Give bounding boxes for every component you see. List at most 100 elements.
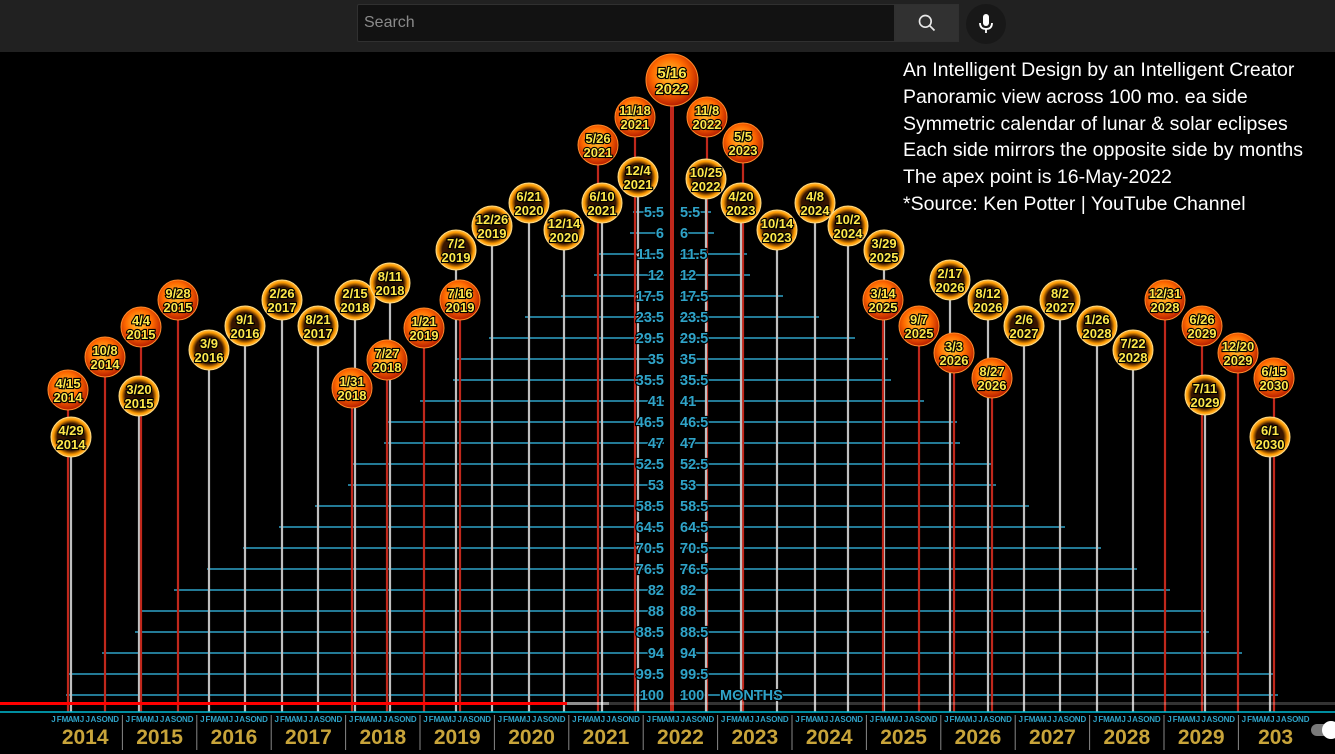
month-tick-label: J <box>1276 715 1280 724</box>
offset-label-left: 35.5 <box>636 373 664 389</box>
month-tick-label: J <box>80 715 84 724</box>
eclipse-year-label: 2030 <box>1260 378 1289 393</box>
eclipse-date-label: 9/7 <box>910 312 928 327</box>
month-tick-label: J <box>1053 715 1057 724</box>
eclipse-year-label: 2016 <box>195 350 224 365</box>
eclipse-year-label: 2026 <box>936 280 965 295</box>
search-button[interactable] <box>895 4 959 42</box>
month-tick-label: J <box>1121 715 1125 724</box>
eclipse-year-label: 2026 <box>974 300 1003 315</box>
month-tick-label: D <box>1304 715 1310 724</box>
offset-label-left: 70.5 <box>636 541 664 557</box>
month-tick-label: J <box>870 715 874 724</box>
eclipse-year-label: 2021 <box>621 117 650 132</box>
timeline-year-label: 2025 <box>880 726 927 749</box>
month-tick-label: J <box>606 715 610 724</box>
eclipse-year-label: 2015 <box>127 327 156 342</box>
offset-label-right: 6 <box>680 226 688 242</box>
eclipse-year-label: 2014 <box>54 390 84 405</box>
eclipse-date-label: 1/31 <box>339 374 364 389</box>
eclipse-year-label: 2022 <box>692 179 721 194</box>
month-tick-label: J <box>749 715 753 724</box>
eclipse-date-label: 4/4 <box>132 313 151 328</box>
progress-played <box>0 702 568 705</box>
eclipse-date-label: 2/17 <box>937 266 962 281</box>
eclipse-date-label: 7/22 <box>1120 336 1145 351</box>
offset-label-right: 29.5 <box>680 331 708 347</box>
month-tick-label: J <box>154 715 158 724</box>
offset-label-right: 53 <box>680 478 696 494</box>
offset-label-right: 47 <box>680 436 696 452</box>
eclipse-year-label: 2019 <box>410 328 439 343</box>
eclipse-date-label: 12/20 <box>1222 339 1255 354</box>
caption-line: Each side mirrors the opposite side by m… <box>903 139 1303 162</box>
eclipse-date-label: 5/16 <box>657 65 686 82</box>
month-tick-label: D <box>411 715 417 724</box>
progress-bar[interactable] <box>0 702 1335 705</box>
eclipse-date-label: 5/5 <box>734 129 752 144</box>
month-tick-label: J <box>824 715 828 724</box>
eclipse-year-label: 2015 <box>164 300 193 315</box>
month-tick-label: J <box>349 715 353 724</box>
offset-label-right: 17.5 <box>680 289 708 305</box>
month-tick-label: D <box>560 715 566 724</box>
timeline-year-label: 2024 <box>806 726 853 749</box>
eclipse-date-label: 5/26 <box>585 131 610 146</box>
month-tick-label: J <box>452 715 456 724</box>
eclipse-year-label: 2014 <box>57 437 87 452</box>
timeline-year-label: 2021 <box>583 726 630 749</box>
month-tick-label: J <box>229 715 233 724</box>
eclipse-year-label: 2017 <box>304 326 333 341</box>
eclipse-year-label: 2027 <box>1046 300 1075 315</box>
offset-label-left: 94 <box>648 646 664 662</box>
month-tick-label: J <box>675 715 679 724</box>
month-tick-label: D <box>1155 715 1161 724</box>
offset-label-left: 11.5 <box>637 247 664 263</box>
eclipse-date-label: 8/21 <box>305 312 330 327</box>
eclipse-date-label: 11/8 <box>695 103 720 118</box>
offset-label-left: 47 <box>648 436 664 452</box>
eclipse-year-label: 2026 <box>978 378 1007 393</box>
offset-label-right: 52.5 <box>680 457 708 473</box>
timeline-year-label: 2028 <box>1103 726 1150 749</box>
timeline-year-label: 2026 <box>955 726 1002 749</box>
timeline-year-label: 2014 <box>62 726 109 749</box>
eclipse-date-label: 8/27 <box>979 364 1004 379</box>
eclipse-date-label: 1/21 <box>411 314 436 329</box>
timeline-year-label: 2017 <box>285 726 332 749</box>
month-tick-label: J <box>755 715 759 724</box>
eclipse-date-label: 6/26 <box>1189 312 1214 327</box>
offset-label-left: 88 <box>648 604 664 620</box>
voice-search-button[interactable] <box>966 4 1006 44</box>
eclipse-year-label: 2025 <box>870 250 899 265</box>
caption-line: An Intelligent Design by an Intelligent … <box>903 59 1295 81</box>
autoplay-toggle-knob[interactable] <box>1322 721 1335 739</box>
eclipse-date-label: 7/27 <box>374 346 399 361</box>
search-box[interactable] <box>357 4 895 42</box>
month-tick-label: D <box>188 715 194 724</box>
eclipse-date-label: 8/12 <box>975 286 1000 301</box>
search-input[interactable] <box>358 5 894 41</box>
eclipse-date-label: 3/29 <box>871 236 896 251</box>
eclipse-date-label: 3/14 <box>870 286 896 301</box>
month-tick-label: J <box>1093 715 1097 724</box>
offset-label-right: 5.5 <box>680 205 700 221</box>
month-tick-label: J <box>160 715 164 724</box>
month-tick-label: J <box>126 715 130 724</box>
month-tick-label: J <box>309 715 313 724</box>
month-tick-label: J <box>973 715 977 724</box>
mic-icon <box>979 14 993 33</box>
eclipse-year-label: 2023 <box>729 143 758 158</box>
offset-label-left: 46.5 <box>636 415 664 431</box>
eclipse-year-label: 2029 <box>1224 353 1253 368</box>
month-tick-label: J <box>904 715 908 724</box>
month-tick-label: J <box>721 715 725 724</box>
month-tick-label: D <box>709 715 715 724</box>
eclipse-date-label: 6/10 <box>589 189 614 204</box>
timeline-year-label: 2016 <box>211 726 258 749</box>
eclipse-year-label: 2021 <box>588 203 617 218</box>
eclipse-year-label: 2023 <box>727 203 756 218</box>
month-tick-label: J <box>1127 715 1131 724</box>
offset-label-left: 6 <box>656 226 664 242</box>
timeline-year-label: 2020 <box>508 726 555 749</box>
